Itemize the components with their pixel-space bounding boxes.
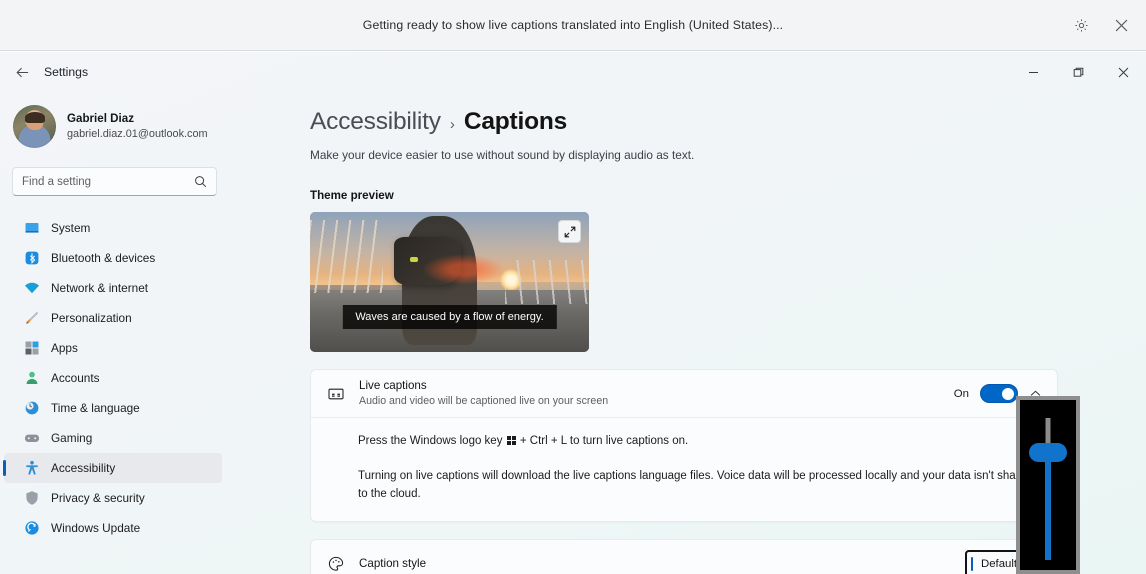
theme-preview-label: Theme preview (310, 189, 394, 202)
accessibility-person-icon (23, 460, 40, 477)
sidebar-item-label: Windows Update (51, 521, 141, 535)
shield-icon (23, 490, 40, 507)
windows-logo-key-icon (506, 436, 516, 445)
sidebar-item-label: Network & internet (51, 281, 149, 295)
live-captions-subtitle: Audio and video will be captioned live o… (359, 395, 609, 408)
breadcrumb-separator: › (449, 116, 455, 133)
volume-slider-thumb[interactable] (1029, 443, 1067, 462)
wifi-icon (23, 280, 40, 297)
breadcrumb-parent[interactable]: Accessibility (310, 108, 441, 136)
preview-caption-text: Waves are caused by a flow of energy. (342, 305, 557, 329)
search-icon (194, 175, 207, 188)
sidebar-item-label: Privacy & security (51, 491, 145, 505)
sidebar-item-label: Accessibility (51, 461, 116, 475)
sidebar-item-time-language[interactable]: Time & language (4, 393, 222, 423)
breadcrumb: Accessibility › Captions (310, 108, 1146, 136)
page-title: Captions (463, 108, 568, 135)
closed-caption-icon (327, 385, 353, 403)
live-captions-toggle-state: On (953, 387, 969, 400)
sidebar-item-gaming[interactable]: Gaming (4, 423, 222, 453)
live-caption-banner: Getting ready to show live captions tran… (0, 0, 1146, 51)
account-email: gabriel.diaz.01@outlook.com (67, 127, 208, 140)
paintbrush-icon (23, 310, 40, 327)
search-input[interactable] (22, 175, 194, 188)
sidebar-item-label: Bluetooth & devices (51, 251, 156, 265)
monitor-icon (23, 220, 40, 237)
bluetooth-icon (23, 250, 40, 267)
window-close-button[interactable] (1101, 52, 1146, 92)
sidebar-item-label: Personalization (51, 311, 132, 325)
close-icon[interactable] (1106, 11, 1136, 41)
page-subtitle: Make your device easier to use without s… (310, 148, 695, 162)
preview-sun-glow (421, 254, 506, 285)
sidebar-item-label: Apps (51, 341, 78, 355)
live-captions-texts: Live captions Audio and video will be ca… (353, 378, 954, 409)
sidebar-item-label: Accounts (51, 371, 100, 385)
search-box[interactable] (12, 167, 217, 196)
sidebar-item-accessibility[interactable]: Accessibility (3, 453, 222, 483)
sidebar-item-label: Time & language (51, 401, 140, 415)
sidebar-item-label: System (51, 221, 91, 235)
live-captions-privacy-note: Turning on live captions will download t… (358, 470, 1033, 500)
restore-button[interactable] (1056, 52, 1101, 92)
sidebar-item-label: Gaming (51, 431, 93, 445)
caption-style-title: Caption style (359, 556, 427, 570)
gear-icon[interactable] (1066, 11, 1096, 41)
sidebar: Gabriel Diaz gabriel.diaz.01@outlook.com… (0, 92, 232, 574)
sidebar-item-network-internet[interactable]: Network & internet (4, 273, 222, 303)
preview-left-railing (310, 220, 383, 294)
clock-globe-icon (23, 400, 40, 417)
live-captions-expanded-body: Press the Windows logo key + Ctrl + L to… (311, 418, 1057, 521)
live-captions-hint-line: Press the Windows logo key + Ctrl + L to… (358, 433, 1039, 450)
live-caption-banner-actions (1066, 0, 1136, 51)
window-titlebar: Settings (0, 52, 1146, 92)
caption-style-row: Caption style Default (311, 540, 1057, 574)
live-captions-title: Live captions (359, 378, 427, 392)
live-captions-hint-post: + Ctrl + L to turn live captions on. (519, 435, 689, 447)
apps-grid-icon (23, 340, 40, 357)
caption-style-selected-value: Default (981, 557, 1018, 570)
person-icon (23, 370, 40, 387)
content-pane: Accessibility › Captions Make your devic… (232, 92, 1146, 574)
live-captions-hint-pre: Press the Windows logo key (358, 435, 503, 447)
minimize-button[interactable] (1011, 52, 1056, 92)
sidebar-item-bluetooth-devices[interactable]: Bluetooth & devices (4, 243, 222, 273)
window-controls (1011, 52, 1146, 92)
account-name: Gabriel Diaz (67, 112, 135, 126)
theme-preview-image: Waves are caused by a flow of energy. (310, 212, 589, 352)
caption-style-card: Caption style Default Edit Delete (310, 538, 1058, 574)
sidebar-item-system[interactable]: System (4, 213, 222, 243)
window-title: Settings (44, 65, 89, 79)
palette-icon (327, 555, 353, 573)
avatar (13, 105, 56, 148)
live-captions-row[interactable]: Live captions Audio and video will be ca… (311, 370, 1057, 417)
gamepad-icon (23, 430, 40, 447)
preview-right-railing (505, 259, 589, 305)
sidebar-item-privacy-security[interactable]: Privacy & security (4, 483, 222, 513)
sidebar-item-windows-update[interactable]: Windows Update (4, 513, 222, 543)
expand-diagonal-icon[interactable] (558, 220, 581, 243)
sidebar-item-apps[interactable]: Apps (4, 333, 222, 363)
live-captions-card: Live captions Audio and video will be ca… (310, 369, 1058, 522)
live-caption-text: Getting ready to show live captions tran… (362, 18, 784, 32)
caption-style-texts: Caption style (353, 556, 965, 572)
sidebar-nav: System Bluetooth & devices Network & int… (0, 213, 232, 543)
account-texts: Gabriel Diaz gabriel.diaz.01@outlook.com (67, 111, 208, 141)
account-section[interactable]: Gabriel Diaz gabriel.diaz.01@outlook.com (0, 97, 232, 148)
back-arrow-icon[interactable] (5, 57, 39, 87)
volume-slider-overlay[interactable] (1016, 396, 1080, 574)
settings-window: Settings Gabriel Diaz gabriel.diaz.01@ou… (0, 52, 1146, 574)
update-arrows-icon (23, 520, 40, 537)
sidebar-item-accounts[interactable]: Accounts (4, 363, 222, 393)
live-captions-toggle[interactable] (980, 384, 1018, 403)
sidebar-item-personalization[interactable]: Personalization (4, 303, 222, 333)
